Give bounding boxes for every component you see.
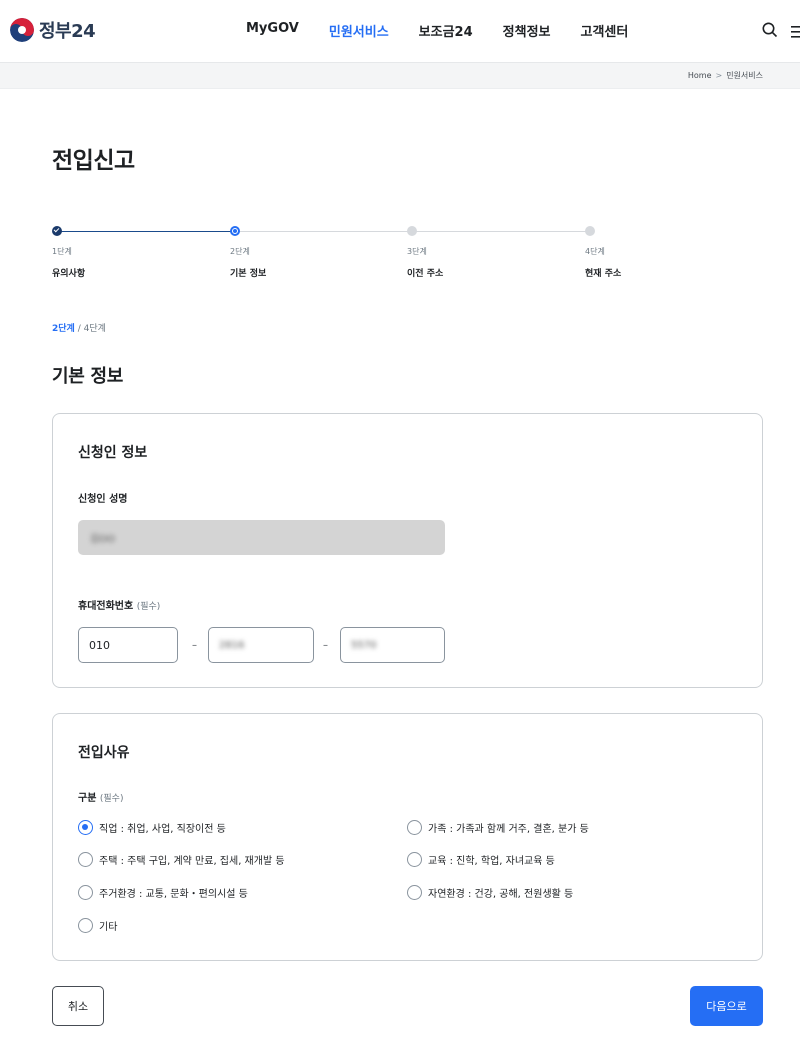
step-done-check-icon — [52, 226, 62, 236]
reason-option-family[interactable]: 가족 : 가족과 함께 거주, 결혼, 분가 등 — [407, 820, 589, 835]
reason-option-label: 직업 : 취업, 사업, 직장이전 등 — [99, 824, 226, 835]
reason-option-label: 주거환경 : 교통, 문화・편의시설 등 — [99, 889, 248, 900]
applicant-name-label: 신청인 성명 — [78, 494, 128, 505]
step-label: 현재 주소 — [585, 269, 622, 279]
main-nav: MyGOV 민원서비스 보조금24 정책정보 고객센터 — [246, 21, 658, 40]
step-number: 2단계 — [230, 247, 250, 256]
reason-option-natural-environment[interactable]: 자연환경 : 건강, 공해, 전원생활 등 — [407, 885, 573, 900]
step-progress-total: / 4단계 — [77, 324, 106, 334]
category-label-text: 구분 — [78, 793, 97, 804]
nav-civil-service[interactable]: 민원서비스 — [329, 21, 389, 40]
nav-policy-info[interactable]: 정책정보 — [503, 21, 551, 40]
phone-prefix-input[interactable]: 010 — [78, 627, 178, 663]
breadcrumb-bar: Home > 민원서비스 — [0, 63, 800, 89]
phone-label-text: 휴대전화번호 — [78, 601, 134, 612]
reason-option-label: 가족 : 가족과 함께 거주, 결혼, 분가 등 — [428, 824, 589, 835]
step-label: 기본 정보 — [230, 269, 267, 279]
applicant-info-card: 신청인 정보 신청인 성명 김OO 휴대전화번호 (필수) 010 – 2816… — [52, 413, 763, 688]
site-logo[interactable]: 정부24 — [10, 17, 96, 43]
nav-customer-center[interactable]: 고객센터 — [581, 21, 629, 40]
reason-card-title: 전입사유 — [78, 745, 130, 761]
step-progress-text: 2단계 / 4단계 — [52, 321, 106, 334]
phone-last-input[interactable]: 5570 — [340, 627, 445, 663]
phone-label: 휴대전화번호 (필수) — [78, 597, 160, 612]
site-header: 정부24 MyGOV 민원서비스 보조금24 정책정보 고객센터 — [0, 0, 800, 63]
reason-option-label: 자연환경 : 건강, 공해, 전원생활 등 — [428, 889, 574, 900]
step-number: 3단계 — [407, 247, 427, 256]
next-button[interactable]: 다음으로 — [690, 986, 763, 1026]
phone-middle-input[interactable]: 2816 — [208, 627, 314, 663]
reason-option-label: 주택 : 주택 구입, 계약 만료, 집세, 재개발 등 — [99, 856, 285, 867]
radio-icon[interactable] — [407, 820, 422, 835]
taegeuk-logo-icon — [10, 18, 34, 42]
radio-icon[interactable] — [78, 852, 93, 867]
step-1: 1단계 유의사항 — [52, 226, 85, 279]
breadcrumb-current[interactable]: 민원서비스 — [726, 70, 763, 81]
reason-option-label: 기타 — [99, 922, 118, 933]
reason-option-job[interactable]: 직업 : 취업, 사업, 직장이전 등 — [78, 820, 226, 835]
step-number: 4단계 — [585, 247, 605, 256]
step-number: 1단계 — [52, 247, 72, 256]
phone-dash: – — [323, 640, 328, 651]
phone-dash: – — [192, 640, 197, 651]
page-title: 전입신고 — [52, 148, 135, 174]
step-4: 4단계 현재 주소 — [585, 226, 621, 279]
applicant-card-title: 신청인 정보 — [78, 445, 148, 461]
breadcrumb-separator-icon: > — [715, 71, 723, 80]
search-icon[interactable] — [761, 21, 779, 39]
applicant-name-field: 김OO — [78, 520, 445, 555]
category-label: 구분 (필수) — [78, 789, 123, 804]
reason-option-other[interactable]: 기타 — [78, 918, 117, 933]
move-in-reason-card: 전입사유 구분 (필수) 직업 : 취업, 사업, 직장이전 등 가족 : 가족… — [52, 713, 763, 961]
required-mark: (필수) — [136, 602, 161, 612]
breadcrumb: Home > 민원서비스 — [688, 70, 763, 81]
reason-option-education[interactable]: 교육 : 진학, 학업, 자녀교육 등 — [407, 852, 555, 867]
step-pending-dot-icon — [407, 226, 417, 236]
phone-last-value: 5570 — [351, 639, 377, 651]
hamburger-menu-icon[interactable] — [791, 23, 800, 38]
step-2: 2단계 기본 정보 — [230, 226, 266, 279]
breadcrumb-home[interactable]: Home — [688, 71, 712, 80]
section-title: 기본 정보 — [52, 366, 124, 387]
reason-option-label: 교육 : 진학, 학업, 자녀교육 등 — [428, 856, 555, 867]
applicant-name-value: 김OO — [90, 534, 115, 545]
progress-stepper: 1단계 유의사항 2단계 기본 정보 3단계 이전 주소 4단계 현재 주소 — [52, 226, 621, 286]
step-label: 이전 주소 — [407, 269, 444, 279]
radio-icon[interactable] — [407, 852, 422, 867]
radio-icon[interactable] — [78, 885, 93, 900]
step-current-dot-icon — [230, 226, 240, 236]
radio-icon[interactable] — [78, 918, 93, 933]
radio-checked-icon[interactable] — [78, 820, 93, 835]
nav-subsidy24[interactable]: 보조금24 — [419, 21, 473, 40]
reason-option-housing[interactable]: 주택 : 주택 구입, 계약 만료, 집세, 재개발 등 — [78, 852, 285, 867]
radio-icon[interactable] — [407, 885, 422, 900]
step-label: 유의사항 — [52, 269, 86, 279]
cancel-button[interactable]: 취소 — [52, 986, 104, 1026]
phone-prefix-value: 010 — [89, 638, 110, 652]
phone-middle-value: 2816 — [219, 639, 245, 651]
logo-text: 정부24 — [39, 21, 96, 42]
step-progress-current: 2단계 — [52, 324, 75, 334]
nav-mygov[interactable]: MyGOV — [246, 21, 299, 40]
reason-option-living-environment[interactable]: 주거환경 : 교통, 문화・편의시설 등 — [78, 885, 248, 900]
step-3: 3단계 이전 주소 — [407, 226, 443, 279]
required-mark: (필수) — [99, 794, 124, 804]
step-pending-dot-icon — [585, 226, 595, 236]
